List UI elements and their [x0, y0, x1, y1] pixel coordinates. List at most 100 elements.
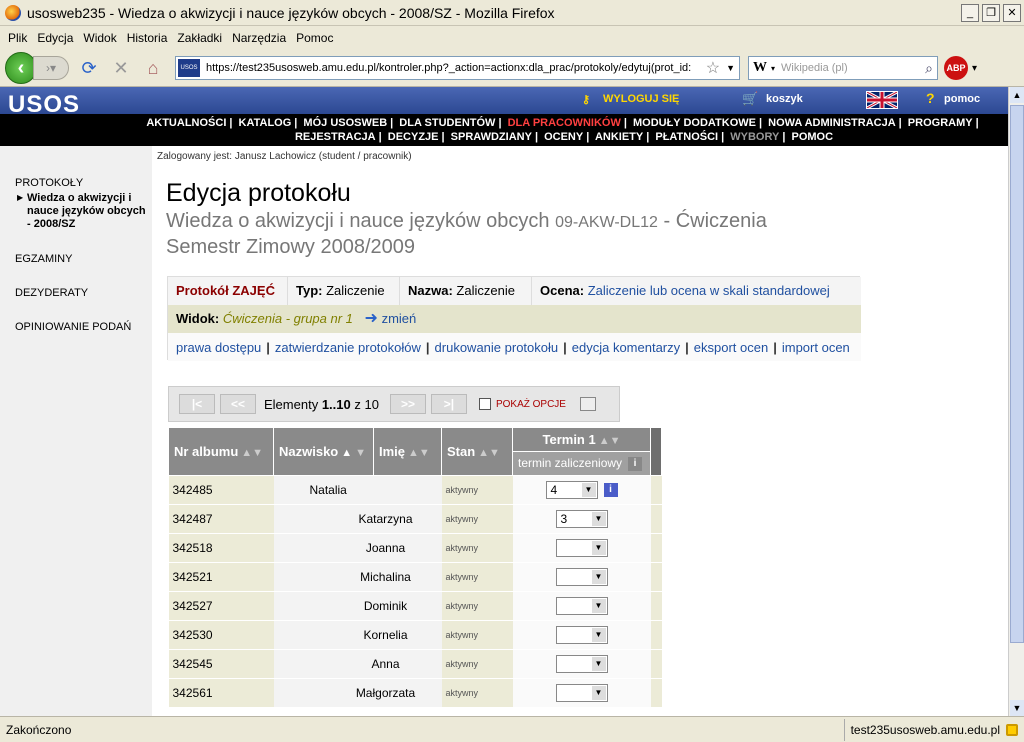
menu-plik[interactable]: Plik	[8, 31, 27, 45]
nav-moduly-dodatkowe[interactable]: MODUŁY DODATKOWE	[633, 117, 756, 129]
reload-icon[interactable]: ⟳	[77, 56, 101, 80]
grade-select[interactable]: 3	[555, 510, 608, 528]
back-arrow-icon: ‹	[17, 57, 25, 79]
nav-ankiety[interactable]: ANKIETY	[595, 131, 643, 143]
col-termin-1[interactable]: Termin 1 ▲▼	[512, 427, 651, 452]
link-zatwierdzanie[interactable]: zatwierdzanie protokołów	[275, 340, 421, 355]
close-button[interactable]: ✕	[1003, 3, 1021, 22]
grade-select[interactable]	[555, 626, 608, 644]
menu-historia[interactable]: Historia	[127, 31, 168, 45]
row-status: aktywny	[441, 591, 513, 621]
status-bar: Zakończono test235usosweb.amu.edu.pl	[0, 716, 1024, 742]
change-arrow-icon[interactable]: ➜	[365, 310, 378, 327]
export-icon[interactable]	[579, 397, 596, 411]
bookmark-star-icon[interactable]: ☆	[706, 58, 720, 78]
col-imie[interactable]: Imię ▲▼	[373, 427, 442, 476]
url-dropdown-icon[interactable]: ▼	[726, 63, 735, 73]
nav-katalog[interactable]: KATALOG	[239, 117, 292, 129]
menu-pomoc[interactable]: Pomoc	[296, 31, 333, 45]
url-bar[interactable]: USOS https://test235usosweb.amu.edu.pl/k…	[175, 56, 740, 80]
row-grade-cell: 4i	[512, 475, 651, 505]
nav-pomoc[interactable]: POMOC	[791, 131, 833, 143]
grade-select[interactable]: 4	[545, 481, 598, 499]
nav-nowa-administracja[interactable]: NOWA ADMINISTRACJA	[768, 117, 896, 129]
link-eksport-ocen[interactable]: eksport ocen	[694, 340, 768, 355]
link-edycja-komentarzy[interactable]: edycja komentarzy	[572, 340, 680, 355]
search-input[interactable]: Wikipedia (pl)	[781, 62, 925, 74]
sidebar-item-opiniowanie[interactable]: OPINIOWANIE PODAŃ	[15, 321, 131, 333]
table-row: 342527 Dominik aktywny	[168, 591, 662, 621]
grade-select[interactable]	[555, 539, 608, 557]
nav-programy[interactable]: PROGRAMY	[908, 117, 973, 129]
status-host: test235usosweb.amu.edu.pl	[843, 718, 1006, 741]
change-view-link[interactable]: zmień	[382, 311, 417, 326]
vertical-scrollbar[interactable]: ▲ ▼	[1008, 87, 1024, 716]
menu-edycja[interactable]: Edycja	[37, 31, 73, 45]
grade-info-icon[interactable]: i	[603, 483, 618, 497]
menu-zakladki[interactable]: Zakładki	[177, 31, 222, 45]
minimize-button[interactable]: _	[961, 3, 979, 22]
pager-next-button[interactable]: >>	[389, 394, 426, 414]
sidebar-item-protokoly[interactable]: PROTOKOŁY	[15, 177, 83, 189]
url-text[interactable]: https://test235usosweb.amu.edu.pl/kontro…	[206, 62, 700, 74]
wikipedia-icon[interactable]: W	[753, 60, 767, 76]
logout-link[interactable]: WYLOGUJ SIĘ	[603, 93, 679, 105]
sidebar-item-dezyderaty[interactable]: DEZYDERATY	[15, 287, 88, 299]
search-box[interactable]: W ▾ Wikipedia (pl) ⌕	[748, 56, 938, 80]
nav-oceny[interactable]: OCENY	[544, 131, 583, 143]
adblock-icon[interactable]: ABP	[944, 56, 968, 80]
forward-button[interactable]: ›▾	[33, 56, 69, 80]
nav-dla-studentow[interactable]: DLA STUDENTÓW	[399, 117, 495, 129]
course-name: Wiedza o akwizycji i nauce języków obcyc…	[166, 210, 550, 232]
nav-rejestracja[interactable]: REJESTRACJA	[295, 131, 376, 143]
usos-header: USOS ⚷ WYLOGUJ SIĘ 🛒 koszyk ? pomoc	[0, 87, 1008, 118]
help-link[interactable]: pomoc	[944, 93, 980, 105]
scroll-up-icon[interactable]: ▲	[1010, 87, 1024, 103]
pager-prev-button[interactable]: <<	[220, 394, 256, 414]
pager-first-button[interactable]: |<	[179, 394, 215, 414]
lock-icon[interactable]	[1006, 723, 1018, 736]
nav-wybory[interactable]: WYBORY	[730, 131, 779, 143]
search-engine-dropdown-icon[interactable]: ▾	[771, 64, 775, 73]
nav-dla-pracownikow[interactable]: DLA PRACOWNIKÓW	[508, 117, 621, 129]
grade-select[interactable]	[555, 568, 608, 586]
protocol-info-box: Protokół ZAJĘĆ Typ: Zaliczenie Nazwa: Za…	[167, 276, 861, 361]
col-stan[interactable]: Stan ▲▼	[441, 427, 513, 476]
col-nazwisko[interactable]: Nazwisko ▲ ▼	[273, 427, 374, 476]
row-status: aktywny	[441, 533, 513, 563]
home-icon[interactable]: ⌂	[141, 56, 165, 80]
menu-widok[interactable]: Widok	[83, 31, 116, 45]
site-identity-icon[interactable]: USOS	[178, 59, 200, 77]
uk-flag-icon[interactable]	[866, 90, 898, 110]
course-code: 09-AKW-DL12	[555, 214, 658, 231]
cart-link[interactable]: koszyk	[766, 93, 803, 105]
nav-platnosci[interactable]: PŁATNOŚCI	[655, 131, 718, 143]
grade-select[interactable]	[555, 684, 608, 702]
nav-decyzje[interactable]: DECYZJE	[388, 131, 439, 143]
nav-moj-usosweb[interactable]: MÓJ USOSWEB	[303, 117, 387, 129]
magnifier-icon[interactable]: ⌕	[925, 60, 933, 77]
sidebar-subitem-course[interactable]: Wiedza o akwizycji i nauce języków obcyc…	[27, 192, 149, 231]
link-import-ocen[interactable]: import ocen	[782, 340, 850, 355]
toolbar-overflow-icon[interactable]: ▾	[972, 63, 977, 74]
link-prawa-dostepu[interactable]: prawa dostępu	[176, 340, 261, 355]
grade-scale-link[interactable]: Zaliczenie lub ocena w skali standardowe…	[588, 283, 830, 298]
sort-asc-icon: ▲	[341, 447, 353, 459]
grade-select[interactable]	[555, 597, 608, 615]
nav-aktualnosci[interactable]: AKTUALNOŚCI	[146, 117, 226, 129]
scroll-down-icon[interactable]: ▼	[1010, 700, 1024, 716]
link-drukowanie[interactable]: drukowanie protokołu	[435, 340, 559, 355]
show-options-label[interactable]: POKAŻ OPCJE	[496, 399, 566, 410]
pager-last-button[interactable]: >|	[430, 394, 467, 414]
menu-narzedzia[interactable]: Narzędzia	[232, 31, 286, 45]
nav-sprawdziany[interactable]: SPRAWDZIANY	[451, 131, 532, 143]
info-icon[interactable]: i	[628, 456, 643, 471]
scrollbar-thumb[interactable]	[1010, 105, 1024, 643]
logged-roles[interactable]: (student / pracownik)	[319, 151, 412, 162]
sidebar-item-egzaminy[interactable]: EGZAMINY	[15, 253, 72, 265]
grade-select[interactable]	[555, 655, 608, 673]
stop-icon[interactable]: ✕	[109, 56, 133, 80]
col-nr-albumu[interactable]: Nr albumu ▲▼	[168, 427, 274, 476]
show-options-checkbox[interactable]	[478, 398, 491, 410]
maximize-button[interactable]: ❐	[982, 3, 1000, 22]
